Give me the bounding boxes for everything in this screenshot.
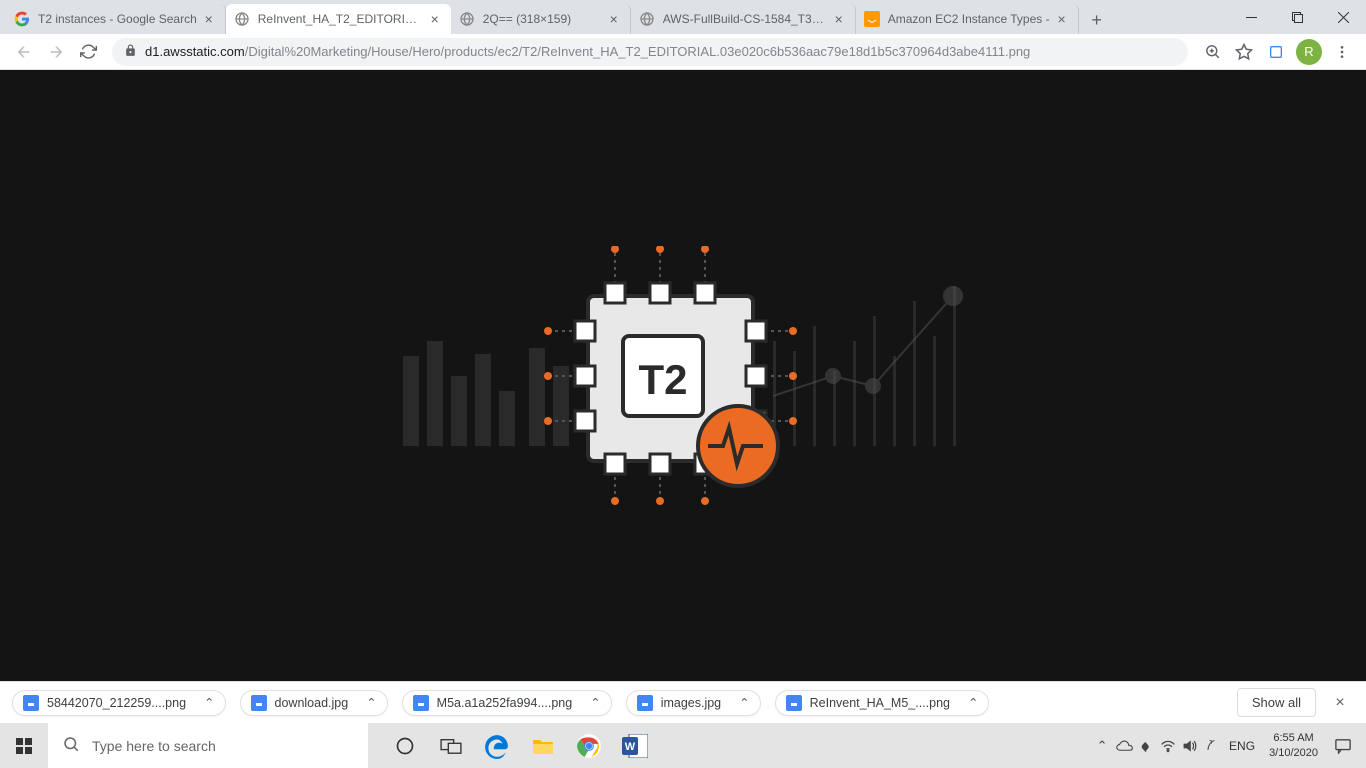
url-text: d1.awsstatic.com/Digital%20Marketing/Hou… — [145, 44, 1030, 59]
cortana-icon[interactable] — [382, 723, 428, 768]
google-icon — [14, 11, 30, 27]
clock[interactable]: 6:55 AM3/10/2020 — [1261, 731, 1326, 760]
file-explorer-icon[interactable] — [520, 723, 566, 768]
chevron-up-icon[interactable]: ⌃ — [366, 695, 376, 710]
globe-icon — [234, 11, 250, 27]
file-icon — [637, 695, 653, 711]
address-bar: d1.awsstatic.com/Digital%20Marketing/Hou… — [0, 34, 1366, 70]
zoom-icon[interactable] — [1198, 38, 1226, 66]
menu-icon[interactable] — [1328, 38, 1356, 66]
word-icon[interactable]: W — [612, 723, 658, 768]
close-icon[interactable]: × — [427, 11, 443, 27]
download-name: images.jpg — [661, 696, 721, 710]
svg-text:T2: T2 — [638, 356, 687, 403]
tab-title: T2 instances - Google Search — [38, 12, 197, 26]
extension-icon[interactable] — [1262, 38, 1290, 66]
reload-button[interactable] — [74, 38, 102, 66]
volume-icon[interactable] — [1179, 723, 1201, 768]
search-icon — [62, 735, 80, 756]
close-icon[interactable]: × — [831, 11, 847, 27]
downloads-bar: 58442070_212259....png ⌃ download.jpg ⌃ … — [0, 681, 1366, 723]
globe-icon — [459, 11, 475, 27]
aws-icon — [864, 11, 880, 27]
forward-button[interactable] — [42, 38, 70, 66]
chevron-up-icon[interactable]: ⌃ — [204, 695, 214, 710]
input-icon[interactable] — [1201, 723, 1223, 768]
system-tray: ⌃ ENG 6:55 AM3/10/2020 — [1091, 723, 1366, 768]
file-icon — [251, 695, 267, 711]
tab-aws-fullbuild[interactable]: AWS-FullBuild-CS-1584_T3 Inst × — [631, 4, 856, 34]
chevron-up-icon[interactable]: ⌃ — [739, 695, 749, 710]
profile-avatar[interactable]: R — [1296, 39, 1322, 65]
new-tab-button[interactable]: + — [1083, 6, 1111, 34]
wifi-icon[interactable] — [1157, 723, 1179, 768]
close-icon[interactable]: × — [606, 11, 622, 27]
download-name: 58442070_212259....png — [47, 696, 186, 710]
globe-icon — [639, 11, 655, 27]
tab-amazon-ec2[interactable]: Amazon EC2 Instance Types - × — [856, 4, 1079, 34]
chrome-icon[interactable] — [566, 723, 612, 768]
download-name: download.jpg — [275, 696, 349, 710]
download-item[interactable]: download.jpg ⌃ — [240, 690, 388, 716]
lock-icon — [124, 44, 137, 60]
tab-google-search[interactable]: T2 instances - Google Search × — [6, 4, 226, 34]
close-icon[interactable]: × — [1054, 11, 1070, 27]
notifications-icon[interactable] — [1326, 723, 1360, 768]
tab-2q[interactable]: 2Q== (318×159) × — [451, 4, 631, 34]
tab-title: ReInvent_HA_T2_EDITORIAL.03 — [258, 12, 423, 26]
download-item[interactable]: ReInvent_HA_M5_....png ⌃ — [775, 690, 990, 716]
tab-title: 2Q== (318×159) — [483, 12, 602, 26]
page-content: T2 — [0, 70, 1366, 681]
download-name: M5a.a1a252fa994....png — [437, 696, 573, 710]
chevron-up-icon[interactable]: ⌃ — [590, 695, 600, 710]
tab-title: AWS-FullBuild-CS-1584_T3 Inst — [663, 12, 827, 26]
back-button[interactable] — [10, 38, 38, 66]
chevron-up-icon[interactable]: ⌃ — [968, 695, 978, 710]
svg-text:W: W — [625, 741, 636, 753]
network-icon[interactable] — [1135, 723, 1157, 768]
close-icon[interactable]: × — [201, 11, 217, 27]
task-view-icon[interactable] — [428, 723, 474, 768]
taskbar: Type here to search W ⌃ ENG 6:55 AM3/10/… — [0, 723, 1366, 768]
url-input[interactable]: d1.awsstatic.com/Digital%20Marketing/Hou… — [112, 38, 1188, 66]
download-item[interactable]: M5a.a1a252fa994....png ⌃ — [402, 690, 612, 716]
search-placeholder: Type here to search — [92, 738, 216, 754]
show-all-button[interactable]: Show all — [1237, 688, 1316, 717]
close-downloads-button[interactable]: × — [1326, 689, 1354, 717]
start-button[interactable] — [0, 723, 48, 768]
taskbar-apps: W — [382, 723, 658, 768]
window-controls — [1228, 0, 1366, 34]
edge-icon[interactable] — [474, 723, 520, 768]
star-icon[interactable] — [1230, 38, 1258, 66]
file-icon — [23, 695, 39, 711]
onedrive-icon[interactable] — [1113, 723, 1135, 768]
tab-title: Amazon EC2 Instance Types - — [888, 12, 1050, 26]
close-window-button[interactable] — [1320, 0, 1366, 34]
file-icon — [413, 695, 429, 711]
download-item[interactable]: images.jpg ⌃ — [626, 690, 761, 716]
minimize-button[interactable] — [1228, 0, 1274, 34]
file-icon — [786, 695, 802, 711]
t2-chip-illustration: T2 — [393, 246, 973, 506]
download-name: ReInvent_HA_M5_....png — [810, 696, 950, 710]
download-item[interactable]: 58442070_212259....png ⌃ — [12, 690, 226, 716]
maximize-button[interactable] — [1274, 0, 1320, 34]
language-indicator[interactable]: ENG — [1223, 739, 1261, 753]
browser-tab-strip: T2 instances - Google Search × ReInvent_… — [0, 0, 1366, 34]
search-input[interactable]: Type here to search — [48, 723, 368, 768]
tray-chevron-icon[interactable]: ⌃ — [1091, 723, 1113, 768]
tab-active[interactable]: ReInvent_HA_T2_EDITORIAL.03 × — [226, 4, 451, 34]
